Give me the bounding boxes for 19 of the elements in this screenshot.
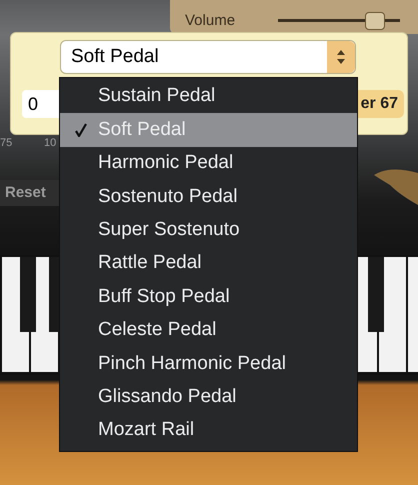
- volume-label: Volume: [185, 11, 236, 31]
- pedal-dropdown[interactable]: Soft Pedal: [60, 40, 356, 74]
- menu-item[interactable]: Rattle Pedal: [60, 246, 357, 280]
- menu-item[interactable]: Super Sostenuto: [60, 214, 357, 247]
- stepper-arrows-icon: [336, 48, 346, 66]
- menu-item[interactable]: Pinch Harmonic Pedal: [60, 347, 357, 381]
- checkmark-icon: [75, 123, 87, 138]
- menu-item[interactable]: Glissando Pedal: [60, 380, 357, 414]
- slider-thumb[interactable]: [364, 12, 385, 30]
- menu-item[interactable]: Mozart Rail: [60, 414, 357, 448]
- menu-item[interactable]: Sostenuto Pedal: [60, 180, 357, 214]
- menu-item[interactable]: Harmonic Pedal: [60, 146, 357, 180]
- dropdown-value: Soft Pedal: [71, 44, 160, 69]
- volume-slider[interactable]: [278, 12, 400, 28]
- scale-label: 10: [44, 136, 56, 151]
- reset-button[interactable]: Reset: [0, 180, 60, 206]
- menu-item[interactable]: Buff Stop Pedal: [60, 280, 357, 314]
- scale-label: 75: [0, 136, 12, 151]
- menu-item[interactable]: Celeste Pedal: [60, 314, 357, 348]
